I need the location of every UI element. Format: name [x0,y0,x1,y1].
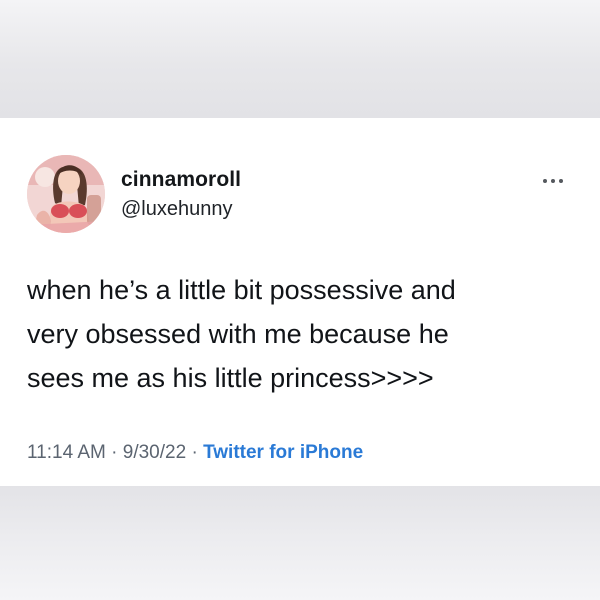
tweet-source-link[interactable]: Twitter for iPhone [203,442,363,463]
more-horizontal-icon [543,179,547,183]
more-horizontal-icon [551,179,555,183]
tweet-date[interactable]: 9/30/22 [123,442,186,463]
tweet-time[interactable]: 11:14 AM [27,442,106,463]
avatar[interactable] [27,155,105,233]
blurred-backdrop-bottom [0,486,600,600]
more-options-button[interactable] [540,171,570,191]
meta-separator: · [111,442,118,463]
author-handle[interactable]: @luxehunny [121,198,232,221]
blurred-backdrop-top [0,0,600,118]
tweet-text: when he’s a little bit possessive and ve… [27,275,456,393]
tweet-metadata: 11:14 AM · 9/30/22 · Twitter for iPhone [27,442,363,464]
avatar-image [27,155,105,233]
author-display-name[interactable]: cinnamoroll [121,168,241,192]
meta-separator: · [191,442,198,463]
more-horizontal-icon [559,179,563,183]
